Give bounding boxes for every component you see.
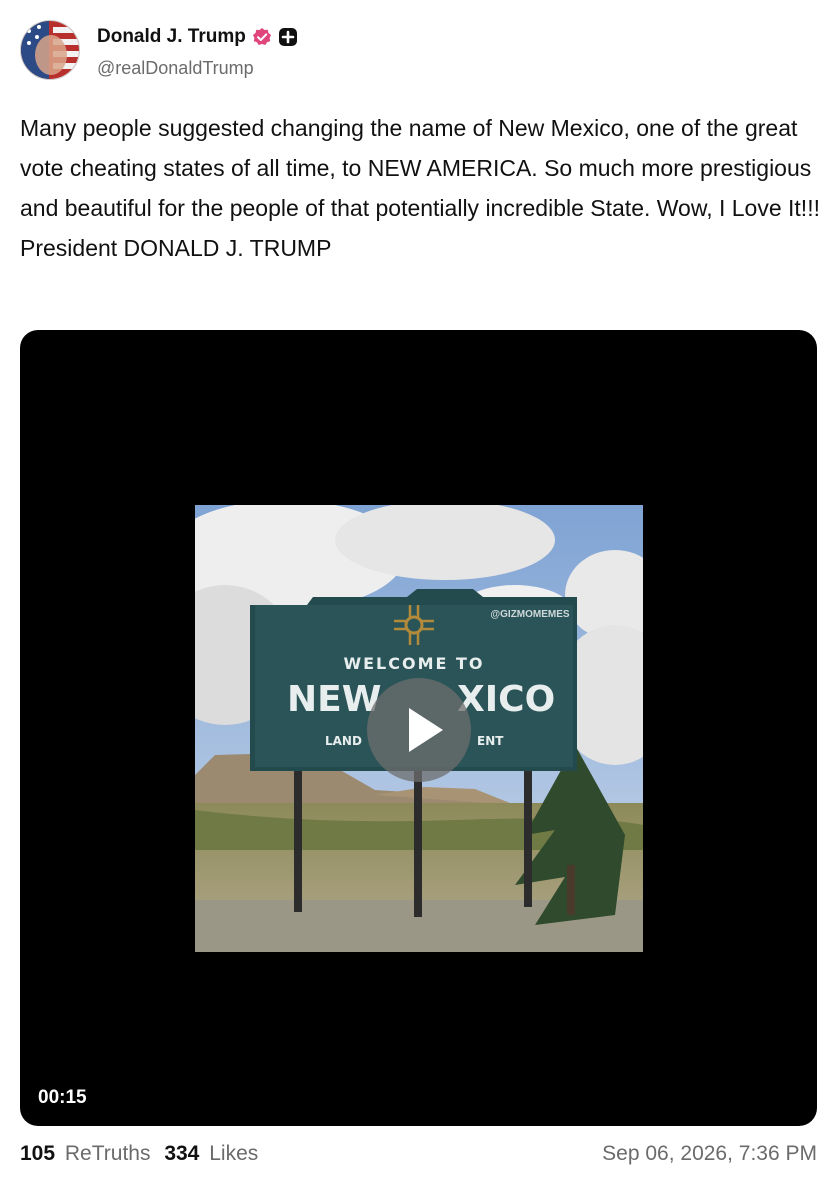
avatar[interactable] <box>20 20 80 80</box>
user-handle[interactable]: @realDonaldTrump <box>97 58 254 79</box>
avatar-image <box>21 21 79 79</box>
post-footer: 105 ReTruths 334 Likes Sep 06, 2026, 7:3… <box>20 1142 817 1172</box>
sign-motto-left-text: LAND <box>325 734 362 748</box>
sign-name-right-text: XICO <box>457 679 555 720</box>
post-timestamp[interactable]: Sep 06, 2026, 7:36 PM <box>602 1142 817 1166</box>
name-row: Donald J. Trump <box>97 26 298 48</box>
video-player[interactable]: @GIZMOMEMES WELCOME TO NEW XICO LAND ENT… <box>20 330 817 1126</box>
post-header: Donald J. Trump @realDonaldTrump <box>20 20 820 84</box>
sign-welcome-text: WELCOME TO <box>343 654 484 673</box>
sign-motto-right-text: ENT <box>477 734 504 748</box>
post-text: Many people suggested changing the name … <box>20 115 827 261</box>
likes-stat[interactable]: 334 Likes <box>164 1142 262 1165</box>
plus-badge-icon <box>278 28 297 46</box>
likes-count: 334 <box>164 1142 200 1165</box>
retruths-stat[interactable]: 105 ReTruths <box>20 1142 154 1165</box>
play-button[interactable] <box>367 678 471 782</box>
retruths-count: 105 <box>20 1142 56 1165</box>
video-duration: 00:15 <box>38 1087 87 1108</box>
likes-label: Likes <box>209 1142 259 1165</box>
display-name[interactable]: Donald J. Trump <box>97 26 246 48</box>
retruths-label: ReTruths <box>64 1142 151 1165</box>
post-stats: 105 ReTruths 334 Likes <box>20 1142 266 1166</box>
verified-badge-icon <box>252 28 271 45</box>
watermark-text: @GIZMOMEMES <box>490 609 570 620</box>
play-icon <box>409 708 443 752</box>
